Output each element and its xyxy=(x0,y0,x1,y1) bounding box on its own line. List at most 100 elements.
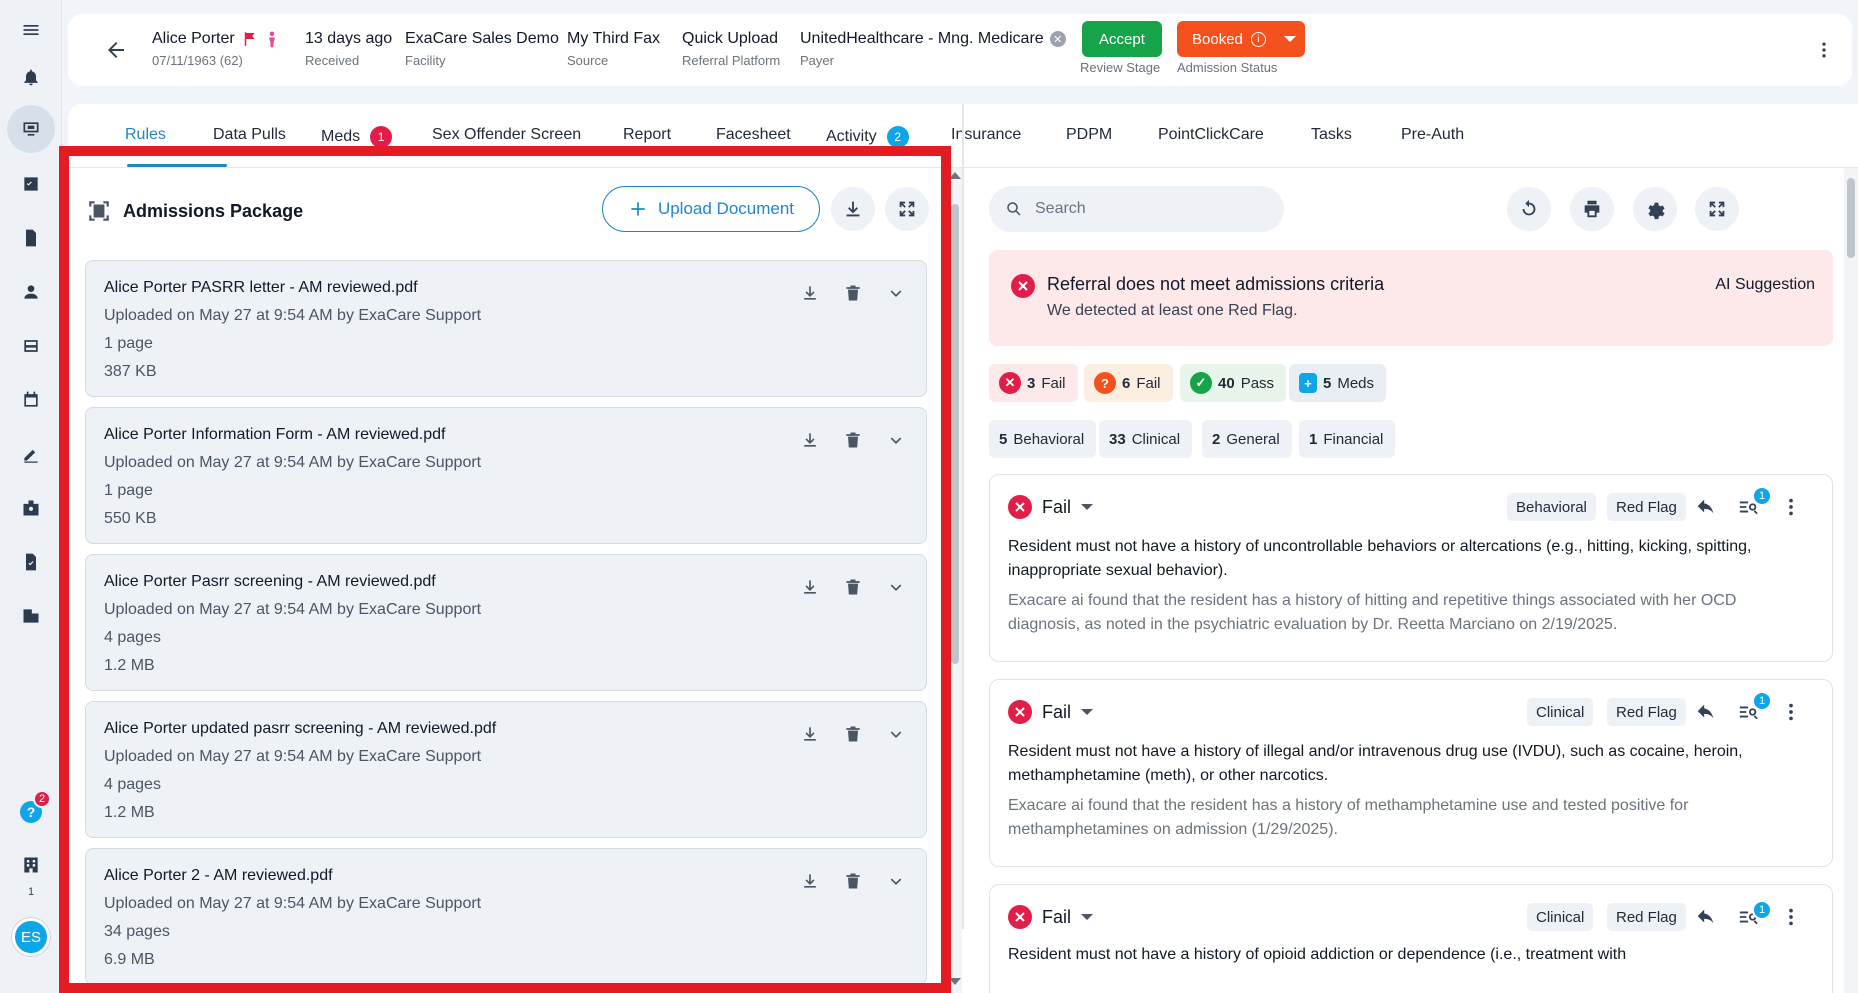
scroll-up-icon[interactable] xyxy=(949,172,961,179)
refresh-button[interactable] xyxy=(1507,187,1551,231)
expand-rules-button[interactable] xyxy=(1695,187,1739,231)
more-options-icon[interactable] xyxy=(1780,906,1804,930)
filter-meds[interactable]: + 5 Meds xyxy=(1289,364,1387,402)
rule-text: Resident must not have a history of opio… xyxy=(1008,946,1627,963)
download-icon[interactable] xyxy=(798,722,822,746)
filter-orange-fail[interactable]: ? 6 Fail xyxy=(1084,364,1173,402)
download-icon[interactable] xyxy=(798,575,822,599)
download-icon[interactable] xyxy=(798,281,822,305)
scroll-down-icon[interactable] xyxy=(949,978,961,985)
caret-down-icon[interactable] xyxy=(1081,709,1094,715)
caret-down-icon[interactable] xyxy=(1081,504,1094,510)
check-icon: ✓ xyxy=(1190,372,1212,394)
review-stage-label: Review Stage xyxy=(1080,60,1161,75)
rule-status[interactable]: Fail xyxy=(1008,905,1094,929)
tab-sex-offender-screen[interactable]: Sex Offender Screen xyxy=(432,126,581,144)
org-switcher[interactable]: 1 xyxy=(7,846,55,898)
clear-payer-icon[interactable]: ✕ xyxy=(1049,31,1066,47)
badge-icon[interactable] xyxy=(7,484,55,532)
tab-pdpm[interactable]: PDPM xyxy=(1066,126,1112,144)
filter-pass[interactable]: ✓ 40 Pass xyxy=(1180,364,1287,402)
help-button[interactable]: ? 2 xyxy=(7,788,55,836)
more-options-icon[interactable] xyxy=(1780,496,1804,520)
rule-status[interactable]: Fail xyxy=(1008,495,1094,519)
accept-button[interactable]: Accept xyxy=(1082,21,1162,57)
caret-down-icon[interactable] xyxy=(1081,914,1094,920)
document-name[interactable]: Alice Porter updated pasrr screening - A… xyxy=(104,720,496,738)
search-input[interactable]: Search xyxy=(989,186,1284,232)
checklist-icon[interactable] xyxy=(7,160,55,208)
upload-document-button[interactable]: Upload Document xyxy=(602,186,820,232)
tab-report[interactable]: Report xyxy=(623,126,671,144)
trash-icon[interactable] xyxy=(841,281,865,305)
filter-red-fail[interactable]: ✕ 3 Fail xyxy=(989,364,1078,402)
category-general[interactable]: 2 General xyxy=(1202,420,1292,458)
avatar[interactable]: ES xyxy=(12,918,50,956)
category-clinical[interactable]: 33 Clinical xyxy=(1099,420,1193,458)
rule-status[interactable]: Fail xyxy=(1008,700,1094,724)
booked-button[interactable]: Booked i xyxy=(1177,21,1305,57)
chevron-down-icon[interactable] xyxy=(1283,36,1296,42)
document-name[interactable]: Alice Porter PASRR letter - AM reviewed.… xyxy=(104,279,418,297)
document-card[interactable]: Alice Porter updated pasrr screening - A… xyxy=(85,701,927,838)
tab-pointclickcare[interactable]: PointClickCare xyxy=(1158,126,1264,144)
more-options-icon[interactable] xyxy=(1814,40,1834,60)
more-options-icon[interactable] xyxy=(1780,701,1804,725)
tab-rules[interactable]: Rules xyxy=(125,126,166,144)
patient-name[interactable]: Alice Porter xyxy=(152,30,235,48)
evidence-search-icon[interactable]: 1 xyxy=(1738,900,1772,930)
bell-icon[interactable] xyxy=(7,53,55,101)
red-flag-icon xyxy=(244,32,255,46)
reply-icon[interactable] xyxy=(1695,496,1719,520)
document-name[interactable]: Alice Porter Information Form - AM revie… xyxy=(104,426,445,444)
download-all-button[interactable] xyxy=(831,187,875,231)
category-financial[interactable]: 1 Financial xyxy=(1299,420,1396,458)
evidence-search-icon[interactable]: 1 xyxy=(1738,486,1772,520)
category-tag: Clinical xyxy=(1527,903,1594,931)
document-card[interactable]: Alice Porter Information Form - AM revie… xyxy=(85,407,927,544)
document-name[interactable]: Alice Porter Pasrr screening - AM review… xyxy=(104,573,436,591)
person-icon[interactable] xyxy=(7,268,55,316)
tab-activity[interactable]: Activity 2 xyxy=(826,126,909,148)
category-behavioral[interactable]: 5 Behavioral xyxy=(989,420,1097,458)
tab-data-pulls[interactable]: Data Pulls xyxy=(213,126,286,144)
bed-icon[interactable] xyxy=(7,322,55,370)
rules-scroll-thumb[interactable] xyxy=(1847,178,1855,258)
evidence-search-icon[interactable]: 1 xyxy=(1738,691,1772,725)
chevron-down-icon[interactable] xyxy=(884,575,908,599)
file-check-icon[interactable] xyxy=(7,538,55,586)
tab-facesheet[interactable]: Facesheet xyxy=(716,126,791,144)
rules-scrollbar[interactable] xyxy=(1844,168,1858,993)
trash-icon[interactable] xyxy=(841,869,865,893)
reply-icon[interactable] xyxy=(1695,701,1719,725)
chevron-down-icon[interactable] xyxy=(884,281,908,305)
print-button[interactable] xyxy=(1570,187,1614,231)
tab-pre-auth[interactable]: Pre-Auth xyxy=(1401,126,1464,144)
monitor-icon[interactable] xyxy=(7,105,55,153)
trash-icon[interactable] xyxy=(841,722,865,746)
chevron-down-icon[interactable] xyxy=(884,722,908,746)
chevron-down-icon[interactable] xyxy=(884,869,908,893)
trash-icon[interactable] xyxy=(841,428,865,452)
download-icon[interactable] xyxy=(798,869,822,893)
document-card[interactable]: Alice Porter PASRR letter - AM reviewed.… xyxy=(85,260,927,397)
back-arrow-icon[interactable] xyxy=(104,38,128,62)
docs-scroll-thumb[interactable] xyxy=(951,204,959,664)
building-icon[interactable] xyxy=(7,592,55,640)
reply-icon[interactable] xyxy=(1695,906,1719,930)
tab-tasks[interactable]: Tasks xyxy=(1311,126,1352,144)
expand-docs-button[interactable] xyxy=(885,187,929,231)
pen-icon[interactable] xyxy=(7,430,55,478)
menu-icon[interactable] xyxy=(7,6,55,54)
document-card[interactable]: Alice Porter 2 - AM reviewed.pdf Uploade… xyxy=(85,848,927,985)
document-name[interactable]: Alice Porter 2 - AM reviewed.pdf xyxy=(104,867,333,885)
settings-button[interactable] xyxy=(1633,187,1677,231)
trash-icon[interactable] xyxy=(841,575,865,599)
document-icon[interactable] xyxy=(7,214,55,262)
info-icon[interactable]: i xyxy=(1250,31,1266,47)
tab-meds[interactable]: Meds 1 xyxy=(321,126,393,148)
calendar-icon[interactable] xyxy=(7,376,55,424)
download-icon[interactable] xyxy=(798,428,822,452)
chevron-down-icon[interactable] xyxy=(884,428,908,452)
document-card[interactable]: Alice Porter Pasrr screening - AM review… xyxy=(85,554,927,691)
